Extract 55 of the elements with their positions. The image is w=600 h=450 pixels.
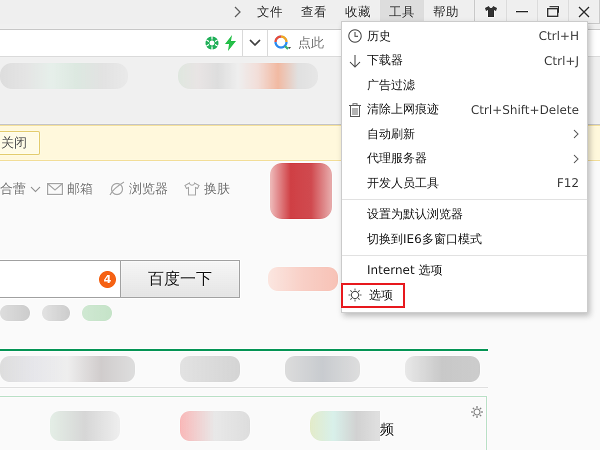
menu-item[interactable]: 自动刷新 [367,126,573,143]
chevron-down-icon[interactable] [249,39,261,47]
link-text[interactable]: 浏览器 [129,180,168,198]
count-badge: 4 [99,270,116,288]
close-notice-button[interactable]: 关闭 [0,131,40,155]
mail-icon [47,183,63,195]
down-arrow-icon [348,54,362,68]
menu-bar-item[interactable]: 文件 [248,0,292,24]
link-text[interactable]: 邮箱 [67,180,93,198]
menu-item[interactable]: Internet 选项 [367,262,579,280]
blurred-block [310,411,380,441]
menu-item[interactable]: 设置为默认浏览器 [367,206,579,224]
blurred-block [42,305,70,321]
blurred-block [180,411,250,441]
blurred-block [268,267,338,291]
chevron-right-icon[interactable] [234,6,242,18]
search-field[interactable]: 点此 [298,36,338,50]
chevron-right-icon [573,129,579,140]
shutter-icon[interactable] [205,36,219,50]
trash-icon [349,102,361,117]
menu-item[interactable]: 开发人员工具 [367,174,557,192]
minimize-icon [516,10,528,12]
shirt-icon [184,182,200,196]
lightning-icon[interactable] [225,35,236,51]
search-engine-icon[interactable] [274,35,292,51]
menu-item[interactable]: 下载器 [367,52,544,70]
menu-item[interactable]: 代理服务器 [367,150,573,168]
menu-item[interactable]: 清除上网痕迹 [367,101,471,118]
gear-icon [348,288,362,302]
menu-item[interactable]: 切换到IE6多窗口模式 [367,230,579,248]
shortcut-text: Ctrl+Shift+Delete [470,102,579,117]
blurred-block [270,163,332,219]
shortcut-text: Ctrl+J [544,54,579,68]
blurred-block [180,356,240,382]
text-fragment: 频 [380,421,394,439]
clock-icon [348,29,362,44]
menu-bar-item[interactable]: 查看 [292,0,336,24]
menu-item[interactable]: 历史 [367,28,539,45]
shortcut-text: Ctrl+H [538,29,579,44]
link-text[interactable]: 换肤 [204,180,230,198]
settings-icon[interactable] [470,405,484,419]
menu-item[interactable]: 广告过滤 [367,76,579,94]
restore-icon [547,6,559,17]
link-text[interactable]: 合蕾 [0,180,26,198]
close-icon [578,6,590,18]
blurred-block [50,411,120,441]
search-button[interactable]: 百度一下 [121,260,240,298]
chevron-right-icon [573,154,579,164]
shortcut-text: F12 [556,176,579,190]
menu-bar-item[interactable]: 帮助 [424,0,468,24]
menu-item[interactable]: 选项 [343,284,403,306]
shirt-icon [484,6,496,17]
blurred-block [0,305,30,321]
blurred-block [82,305,112,321]
menu-bar-item[interactable]: 收藏 [336,0,380,24]
